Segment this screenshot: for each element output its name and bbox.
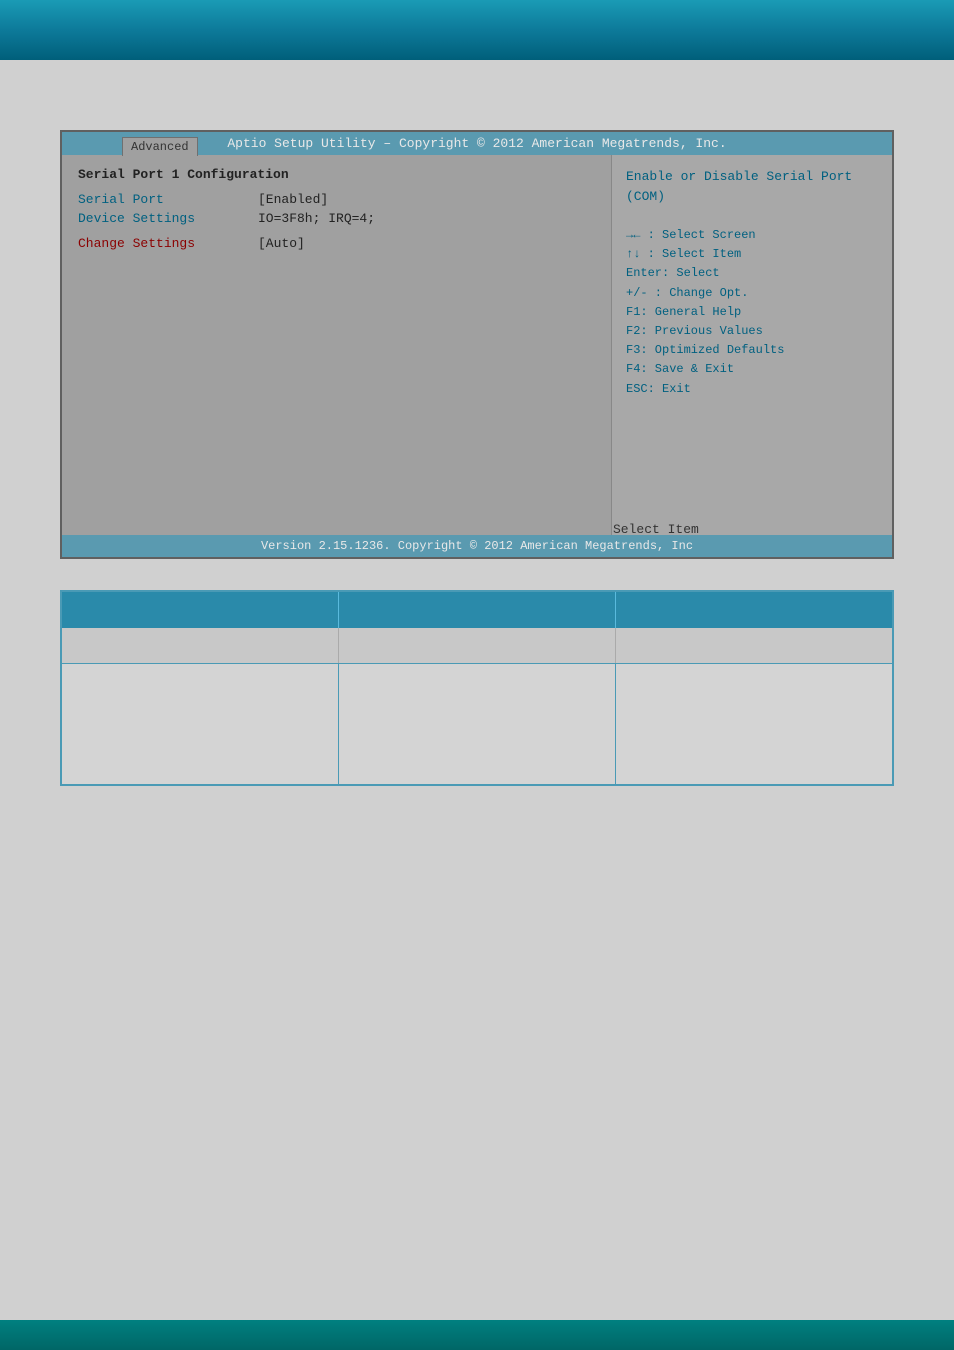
table-row-2	[62, 664, 892, 784]
bios-left-panel: Serial Port 1 Configuration Serial Port …	[62, 155, 612, 535]
table-row2-col1	[62, 664, 339, 784]
table-header-col2	[339, 592, 616, 628]
key-f1: F1: General Help	[626, 303, 878, 322]
bios-title: Aptio Setup Utility – Copyright © 2012 A…	[227, 136, 726, 151]
table-header-row	[62, 592, 892, 628]
key-change-opt: +/- : Change Opt.	[626, 284, 878, 303]
bios-header: Aptio Setup Utility – Copyright © 2012 A…	[62, 132, 892, 155]
table-header-col1	[62, 592, 339, 628]
key-select-screen: →← : Select Screen	[626, 226, 878, 245]
device-settings-value: IO=3F8h; IRQ=4;	[258, 211, 375, 226]
table-row2-col3	[616, 664, 892, 784]
setting-row-device-settings: Device Settings IO=3F8h; IRQ=4;	[78, 211, 595, 226]
device-settings-label: Device Settings	[78, 211, 258, 226]
bios-content: Serial Port 1 Configuration Serial Port …	[62, 155, 892, 535]
key-f3: F3: Optimized Defaults	[626, 341, 878, 360]
key-f2: F2: Previous Values	[626, 322, 878, 341]
top-bar	[0, 0, 954, 60]
key-f4: F4: Save & Exit	[626, 360, 878, 379]
bios-right-panel: Enable or Disable Serial Port (COM) →← :…	[612, 155, 892, 535]
bios-panel: Aptio Setup Utility – Copyright © 2012 A…	[60, 130, 894, 559]
table-row1-col3	[616, 628, 892, 663]
select-item-hint: Select Item	[613, 522, 699, 537]
change-settings-label: Change Settings	[78, 236, 258, 251]
setting-row-change-settings: Change Settings [Auto]	[78, 236, 595, 251]
setting-row-serial-port: Serial Port [Enabled]	[78, 192, 595, 207]
table-row1-col1	[62, 628, 339, 663]
bios-tab[interactable]: Advanced	[122, 137, 198, 156]
table-row1-col2	[339, 628, 616, 663]
help-text: Enable or Disable Serial Port (COM)	[626, 167, 878, 206]
bios-footer: Version 2.15.1236. Copyright © 2012 Amer…	[62, 535, 892, 557]
key-enter: Enter: Select	[626, 264, 878, 283]
key-esc: ESC: Exit	[626, 380, 878, 399]
serial-port-value[interactable]: [Enabled]	[258, 192, 328, 207]
bottom-bar	[0, 1320, 954, 1350]
table-row-1	[62, 628, 892, 664]
change-settings-value[interactable]: [Auto]	[258, 236, 305, 251]
table-header-col3	[616, 592, 892, 628]
serial-port-label: Serial Port	[78, 192, 258, 207]
key-select-item: ↑↓ : Select Item	[626, 245, 878, 264]
section-title: Serial Port 1 Configuration	[78, 167, 595, 182]
table-panel	[60, 590, 894, 786]
table-row2-col2	[339, 664, 616, 784]
key-help: →← : Select Screen ↑↓ : Select Item Ente…	[626, 226, 878, 399]
